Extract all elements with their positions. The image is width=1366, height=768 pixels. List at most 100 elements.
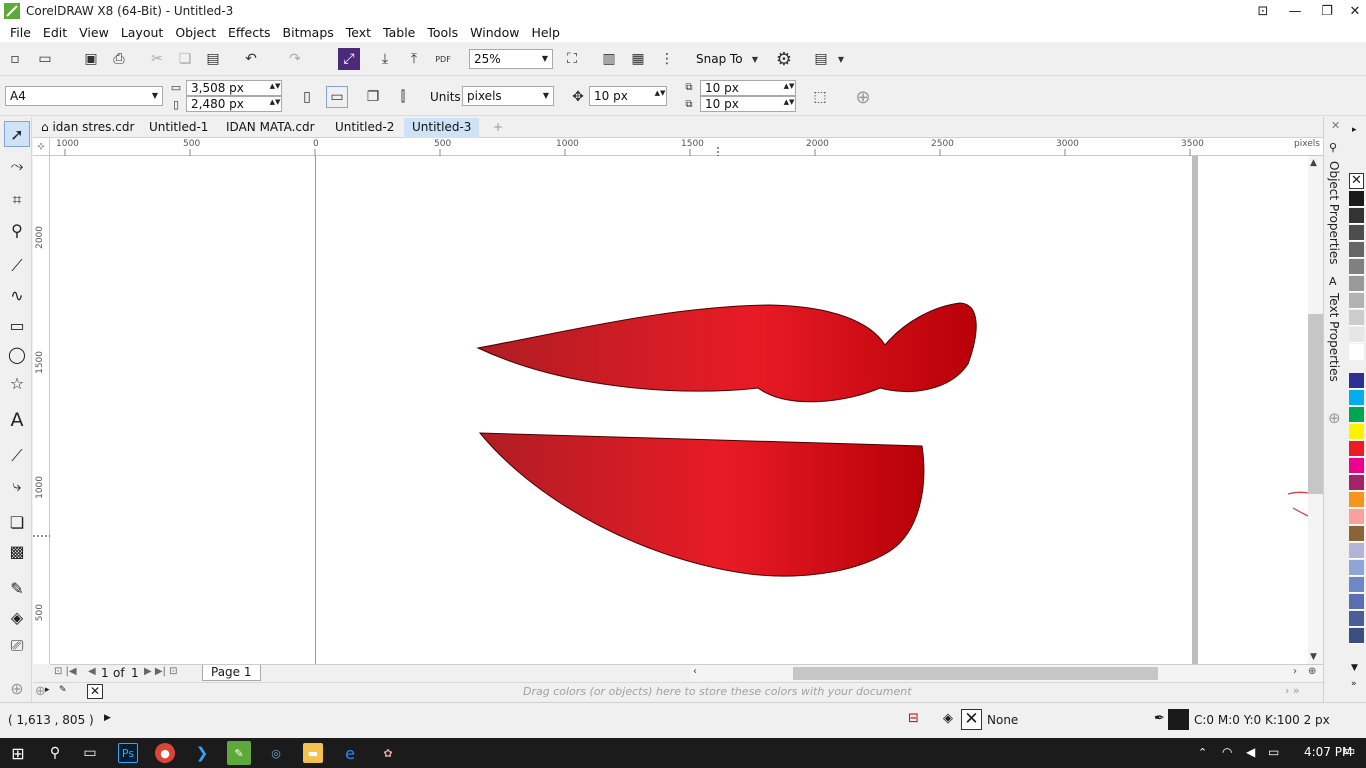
duplicate-y-field[interactable]: 10 px ▲▼ — [700, 96, 796, 112]
show-rulers-icon[interactable]: ▥ — [598, 48, 620, 70]
add-quick-customize-icon[interactable]: ⊕ — [852, 86, 874, 108]
page-1-tab[interactable]: Page 1 — [202, 665, 261, 681]
color-swatch[interactable] — [1349, 276, 1364, 292]
restore-button[interactable]: ❐ — [1312, 0, 1342, 22]
show-grid-icon[interactable]: ▦ — [627, 48, 649, 70]
color-swatch[interactable] — [1349, 191, 1364, 207]
paste-icon[interactable]: ▤ — [202, 48, 224, 70]
add-tool-icon[interactable]: ⊕ — [4, 675, 30, 701]
eyedropper-icon[interactable]: ✎ — [59, 685, 67, 695]
color-proof-icon[interactable]: ⊟ — [908, 711, 919, 726]
close-docker-icon[interactable]: ✕ — [1331, 119, 1340, 132]
horizontal-ruler[interactable]: 1000 500 0 500 1000 1500 2000 2500 3000 … — [50, 138, 1323, 156]
freehand-tool-icon[interactable]: ⟋ — [4, 253, 30, 279]
palette-scroll-down-icon[interactable]: ▼ — [1351, 663, 1358, 673]
new-tab-icon[interactable]: + — [485, 118, 511, 138]
rectangle-tool-icon[interactable]: ▭ — [4, 312, 30, 338]
copy-icon[interactable]: ❏ — [174, 48, 196, 70]
tab-untitled-1[interactable]: Untitled-1 — [141, 118, 216, 138]
artistic-media-icon[interactable]: ∿ — [4, 282, 30, 308]
close-button[interactable]: ✕ — [1340, 0, 1366, 22]
previous-page-icon[interactable]: ◀ — [88, 666, 96, 677]
all-pages-icon[interactable]: ❐ — [362, 86, 384, 108]
undo-icon[interactable]: ↶ — [240, 48, 262, 70]
color-swatch[interactable] — [1349, 390, 1364, 406]
page-size-select[interactable]: A4 ▼ — [5, 86, 163, 106]
menu-bitmaps[interactable]: Bitmaps — [277, 25, 340, 40]
account-icon[interactable]: ⊡ — [1248, 0, 1278, 22]
menu-file[interactable]: File — [4, 25, 37, 40]
color-swatch[interactable] — [1349, 344, 1364, 360]
next-page-icon[interactable]: ▶ ▶| ⊡ — [144, 666, 178, 677]
color-swatch[interactable] — [1349, 225, 1364, 241]
color-swatch[interactable] — [1349, 458, 1364, 474]
volume-icon[interactable]: ◀ — [1246, 745, 1255, 759]
first-page-icon[interactable]: ⊡ |◀ — [54, 666, 77, 677]
menu-object[interactable]: Object — [169, 25, 222, 40]
smart-fill-icon[interactable]: ⎚ — [4, 633, 30, 659]
color-swatch[interactable] — [1349, 475, 1364, 491]
menu-layout[interactable]: Layout — [115, 25, 170, 40]
menu-view[interactable]: View — [73, 25, 115, 40]
scroll-right-icon[interactable]: › — [1293, 666, 1297, 677]
status-expand-icon[interactable]: ▶ — [104, 713, 111, 723]
network-icon[interactable]: ◠ — [1222, 745, 1232, 759]
tray-chevron-icon[interactable]: ⌃ — [1198, 746, 1207, 759]
vertical-scroll-thumb[interactable] — [1308, 314, 1323, 494]
vertical-ruler[interactable]: 2000 1500 1000 500 — [33, 156, 50, 664]
connector-tool-icon[interactable]: ⤷ — [4, 473, 30, 499]
app-icon[interactable]: ◎ — [266, 743, 286, 763]
export-icon[interactable]: ⤒ — [403, 48, 425, 70]
color-swatch[interactable] — [1349, 259, 1364, 275]
page-height-field[interactable]: 2,480 px ▲▼ — [186, 96, 282, 112]
menu-window[interactable]: Window — [464, 25, 525, 40]
ruler-origin-icon[interactable]: ⊹ — [33, 138, 50, 156]
tab-untitled-2[interactable]: Untitled-2 — [327, 118, 402, 138]
color-swatch[interactable] — [1349, 208, 1364, 224]
print-icon[interactable]: ⎙ — [108, 48, 130, 70]
palette-scroll-up-icon[interactable]: ▸ — [1352, 125, 1357, 135]
edge-icon[interactable]: e — [340, 743, 360, 763]
palette-expand-icon[interactable]: » — [1351, 679, 1357, 689]
show-guidelines-icon[interactable]: ⋮ — [656, 48, 678, 70]
lower-lip-shape[interactable] — [478, 432, 925, 577]
menu-effects[interactable]: Effects — [222, 25, 277, 40]
portrait-icon[interactable]: ▯ — [296, 86, 318, 108]
transparency-icon[interactable]: ▩ — [4, 538, 30, 564]
text-tool-icon[interactable]: A — [4, 407, 30, 433]
options-gear-icon[interactable]: ⚙ — [773, 48, 795, 70]
redo-icon[interactable]: ↷ — [284, 48, 306, 70]
tab-object-properties[interactable]: Object Properties — [1327, 161, 1341, 265]
ellipse-tool-icon[interactable]: ◯ — [4, 341, 30, 367]
shape-tool-icon[interactable]: ⤳ — [4, 153, 30, 179]
new-document-icon[interactable]: ▫ — [4, 48, 26, 70]
import-icon[interactable]: ⤓ — [374, 48, 396, 70]
vertical-scrollbar[interactable]: ▲ ▼ — [1308, 156, 1323, 664]
spinner-icon[interactable]: ▲▼ — [269, 82, 281, 90]
drawing-canvas[interactable] — [50, 156, 1308, 664]
notifications-icon[interactable]: ▭ — [1343, 744, 1355, 759]
outline-pen-icon[interactable]: ✒ — [1154, 711, 1165, 726]
spinner-icon[interactable]: ▲▼ — [783, 98, 795, 106]
palette-options-icon[interactable]: ▸ — [45, 685, 50, 695]
fill-indicator-icon[interactable]: ◈ — [943, 711, 953, 726]
tab-text-properties[interactable]: Text Properties — [1327, 293, 1341, 382]
chrome-icon[interactable]: ● — [155, 743, 175, 763]
menu-tools[interactable]: Tools — [421, 25, 464, 40]
snap-to-button[interactable]: Snap To — [696, 52, 743, 66]
treat-as-filled-icon[interactable]: ⬚ — [809, 86, 831, 108]
color-swatch[interactable] — [1349, 327, 1364, 343]
polygon-tool-icon[interactable]: ☆ — [4, 370, 30, 396]
color-swatch[interactable] — [1349, 441, 1364, 457]
pick-tool-icon[interactable]: ➚ — [4, 121, 30, 147]
cut-icon[interactable]: ✂ — [146, 48, 168, 70]
color-swatch[interactable] — [1349, 628, 1364, 644]
color-swatch[interactable] — [1349, 293, 1364, 309]
coreldraw-taskbar-icon[interactable]: ✎ — [227, 741, 251, 765]
minimize-button[interactable]: — — [1280, 0, 1310, 22]
menu-help[interactable]: Help — [525, 25, 566, 40]
search-icon[interactable]: ⚲ — [45, 743, 65, 763]
units-select[interactable]: pixels ▼ — [462, 86, 554, 106]
chevron-down-icon[interactable]: ▼ — [744, 48, 766, 70]
color-swatch[interactable] — [1349, 594, 1364, 610]
